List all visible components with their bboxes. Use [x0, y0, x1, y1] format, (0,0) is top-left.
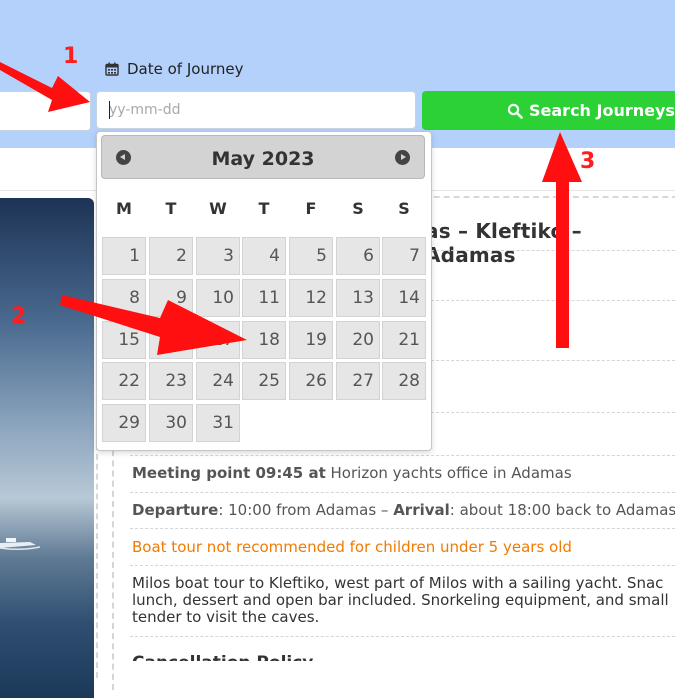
calendar-day[interactable]: 20 — [336, 321, 380, 359]
calendar-day[interactable]: 19 — [289, 321, 333, 359]
weekday-header: S — [398, 199, 410, 218]
description-line: lunch, dessert and open bar included. Sn… — [132, 591, 669, 609]
weekday-header: T — [258, 199, 270, 218]
departure-label: Departure — [132, 501, 219, 519]
boat-image — [0, 538, 40, 551]
divider — [130, 528, 675, 529]
calendar-day[interactable]: 22 — [102, 362, 146, 400]
weekday-header: F — [305, 199, 317, 218]
calendar-day[interactable]: 2 — [149, 237, 193, 275]
weekday-header: W — [209, 199, 227, 218]
calendar-day[interactable]: 25 — [242, 362, 286, 400]
date-label: Date of Journey — [105, 60, 243, 78]
divider — [130, 565, 675, 566]
calendar-day[interactable]: 18 — [242, 321, 286, 359]
datepicker-popup: May 2023 MTWTFSS 1 2 3 4 5 6 7 8 9 10 11 12 13 14 15 16… — [96, 131, 432, 451]
search-icon — [507, 103, 523, 119]
divider — [130, 455, 675, 456]
weekday-header: S — [352, 199, 364, 218]
calendar-day[interactable]: 8 — [102, 279, 146, 317]
description-line: tender to visit the caves. — [132, 608, 320, 626]
calendar-day[interactable]: 6 — [336, 237, 380, 275]
meeting-point-label: Meeting point 09:45 at — [132, 464, 326, 482]
tour-description: Milos boat tour to Kleftiko, west part o… — [132, 575, 675, 626]
annotation-number: 3 — [580, 149, 596, 174]
calendar-day[interactable]: 9 — [149, 279, 193, 317]
calendar-day[interactable]: 26 — [289, 362, 333, 400]
calendar-day[interactable]: 13 — [336, 279, 380, 317]
calendar-day[interactable]: 3 — [196, 237, 240, 275]
weekday-header: T — [165, 199, 177, 218]
calendar-day[interactable]: 28 — [382, 362, 426, 400]
search-journeys-label: Search Journeys — [529, 101, 675, 120]
meeting-point-text: Horizon yachts office in Adamas — [330, 464, 572, 482]
date-label-text: Date of Journey — [127, 60, 244, 78]
annotation-number: 1 — [63, 44, 79, 69]
weekday-header: M — [116, 199, 132, 218]
departure-arrival: Departure: 10:00 from Adamas – Arrival: … — [132, 501, 675, 519]
calendar-day[interactable]: 29 — [102, 404, 146, 442]
arrival-label: Arrival — [393, 501, 450, 519]
divider — [130, 492, 675, 493]
month-title: May 2023 — [211, 148, 315, 170]
divider — [130, 636, 675, 637]
origin-input[interactable] — [0, 91, 91, 131]
calendar-day[interactable]: 12 — [289, 279, 333, 317]
calendar-day[interactable]: 30 — [149, 404, 193, 442]
description-line: Milos boat tour to Kleftiko, west part o… — [132, 574, 664, 592]
calendar-day[interactable]: 7 — [382, 237, 426, 275]
calendar-day[interactable]: 31 — [196, 404, 240, 442]
meeting-point: Meeting point 09:45 at Horizon yachts of… — [132, 464, 572, 482]
calendar-day[interactable]: 5 — [289, 237, 333, 275]
calendar-day[interactable]: 11 — [242, 279, 286, 317]
date-of-journey-input[interactable] — [96, 91, 416, 129]
calendar-day[interactable]: 10 — [196, 279, 240, 317]
calendar-day[interactable]: 17 — [196, 321, 240, 359]
annotation-number: 2 — [11, 304, 27, 329]
calendar-day[interactable]: 24 — [196, 362, 240, 400]
calendar-day[interactable]: 1 — [102, 237, 146, 275]
departure-text: : 10:00 from Adamas – — [218, 501, 389, 519]
calendar-day[interactable]: 15 — [102, 321, 146, 359]
divider — [112, 440, 114, 690]
next-month-icon[interactable] — [395, 150, 410, 165]
calendar-day[interactable]: 14 — [382, 279, 426, 317]
tour-title: as – Kleftiko – Adamas — [425, 219, 582, 267]
arrival-text: : about 18:00 back to Adamas — [449, 501, 675, 519]
calendar-day[interactable]: 4 — [242, 237, 286, 275]
search-journeys-button[interactable]: Search Journeys — [422, 91, 675, 130]
tour-photo — [0, 198, 94, 698]
calendar-day[interactable]: 27 — [336, 362, 380, 400]
cancellation-heading: Cancellation Policy — [132, 652, 313, 661]
calendar-day[interactable]: 21 — [382, 321, 426, 359]
calendar-day[interactable]: 23 — [149, 362, 193, 400]
datepicker-header: May 2023 — [101, 135, 425, 179]
children-warning: Boat tour not recommended for children u… — [132, 538, 572, 556]
text-caret — [109, 101, 110, 119]
calendar-day[interactable]: 16 — [149, 321, 193, 359]
calendar-icon — [105, 62, 119, 76]
